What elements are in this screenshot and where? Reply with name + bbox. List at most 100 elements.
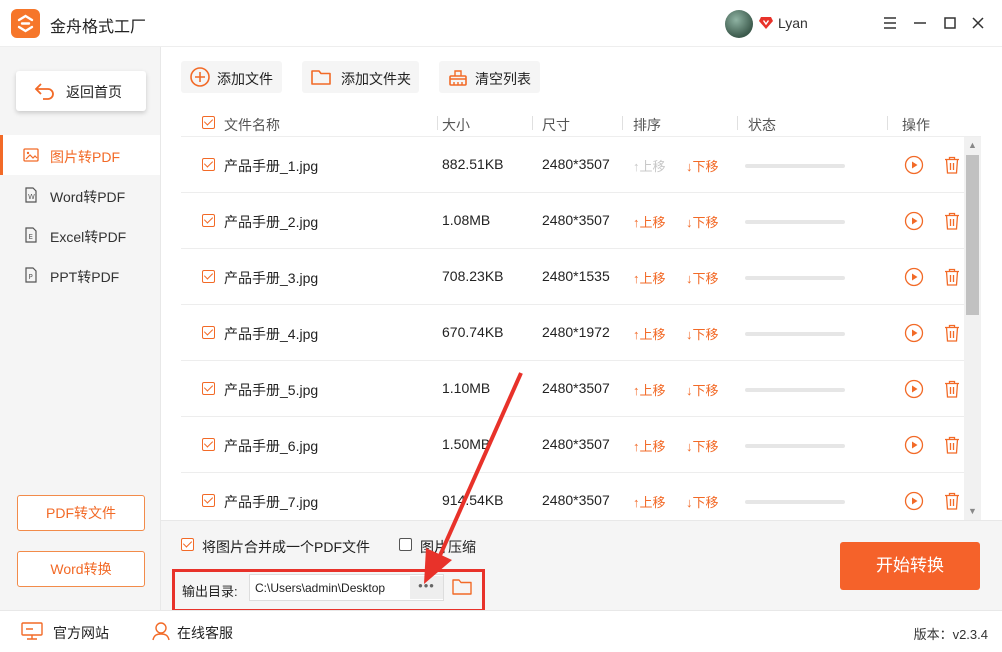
file-size: 1.08MB — [442, 212, 491, 228]
annotation-highlight-box — [172, 569, 485, 612]
move-down-button[interactable]: ↓下移 — [686, 212, 719, 231]
table-row[interactable]: 产品手册_6.jpg 1.50MB 2480*3507 ↑上移 ↓下移 — [181, 417, 964, 473]
clear-list-button[interactable]: 清空列表 — [439, 61, 540, 93]
move-up-button[interactable]: ↑上移 — [633, 492, 666, 511]
move-down-label: 下移 — [692, 383, 719, 398]
move-up-button[interactable]: ↑上移 — [633, 380, 666, 399]
move-up-label: 上移 — [639, 271, 666, 286]
play-icon[interactable] — [904, 211, 924, 231]
file-size: 914.54KB — [442, 492, 504, 508]
play-icon[interactable] — [904, 267, 924, 287]
sidebar-item-word-to-pdf[interactable]: W Word转PDF — [0, 175, 160, 215]
move-down-button[interactable]: ↓下移 — [686, 380, 719, 399]
play-icon[interactable] — [904, 435, 924, 455]
file-dimensions: 2480*3507 — [542, 212, 610, 228]
sidebar-item-image-to-pdf[interactable]: 图片转PDF — [0, 135, 160, 175]
official-website-link[interactable]: 官方网站 — [21, 622, 109, 643]
scroll-up-icon[interactable]: ▲ — [968, 140, 977, 150]
col-size-header: 大小 — [442, 117, 470, 133]
move-up-label: 上移 — [639, 215, 666, 230]
home-button[interactable]: 返回首页 — [16, 71, 146, 111]
row-checkbox[interactable] — [202, 438, 215, 451]
merge-checkbox[interactable] — [181, 538, 194, 551]
ppt-file-icon: P — [25, 267, 37, 283]
avatar[interactable] — [725, 10, 753, 38]
move-down-button[interactable]: ↓下移 — [686, 324, 719, 343]
sidebar-item-label: Excel转PDF — [50, 229, 127, 245]
trash-icon[interactable] — [942, 323, 962, 343]
online-support-link[interactable]: 在线客服 — [152, 622, 233, 643]
play-icon[interactable] — [904, 323, 924, 343]
row-checkbox[interactable] — [202, 326, 215, 339]
file-name: 产品手册_6.jpg — [224, 438, 319, 454]
trash-icon[interactable] — [942, 491, 962, 511]
table-row[interactable]: 产品手册_5.jpg 1.10MB 2480*3507 ↑上移 ↓下移 — [181, 361, 964, 417]
move-up-button[interactable]: ↑上移 — [633, 212, 666, 231]
select-all-checkbox[interactable] — [202, 116, 215, 129]
add-folder-button[interactable]: 添加文件夹 — [302, 61, 419, 93]
image-icon — [23, 148, 39, 162]
status-bar: 官方网站 在线客服 版本：v2.3.4 — [0, 610, 1002, 652]
table-row[interactable]: 产品手册_1.jpg 882.51KB 2480*3507 ↑上移 ↓下移 — [181, 137, 964, 193]
row-checkbox[interactable] — [202, 270, 215, 283]
col-name-header: 文件名称 — [224, 117, 280, 133]
username[interactable]: Lyan — [778, 15, 808, 31]
file-name: 产品手册_2.jpg — [224, 214, 319, 230]
move-up-button[interactable]: ↑上移 — [633, 156, 666, 175]
file-list: 产品手册_1.jpg 882.51KB 2480*3507 ↑上移 ↓下移 产品… — [181, 137, 964, 520]
move-down-button[interactable]: ↓下移 — [686, 492, 719, 511]
progress-bar — [745, 388, 845, 392]
sidebar-item-excel-to-pdf[interactable]: E Excel转PDF — [0, 215, 160, 255]
compress-checkbox[interactable] — [399, 538, 412, 551]
start-convert-button[interactable]: 开始转换 — [840, 542, 980, 590]
file-name: 产品手册_7.jpg — [224, 494, 319, 510]
move-up-label: 上移 — [639, 439, 666, 454]
trash-icon[interactable] — [942, 155, 962, 175]
add-folder-label: 添加文件夹 — [341, 71, 411, 87]
menu-icon[interactable] — [880, 13, 900, 33]
table-row[interactable]: 产品手册_2.jpg 1.08MB 2480*3507 ↑上移 ↓下移 — [181, 193, 964, 249]
move-up-button[interactable]: ↑上移 — [633, 268, 666, 287]
move-up-label: 上移 — [639, 383, 666, 398]
table-row[interactable]: 产品手册_4.jpg 670.74KB 2480*1972 ↑上移 ↓下移 — [181, 305, 964, 361]
sidebar-item-ppt-to-pdf[interactable]: P PPT转PDF — [0, 255, 160, 295]
move-down-label: 下移 — [692, 495, 719, 510]
table-row[interactable]: 产品手册_7.jpg 914.54KB 2480*3507 ↑上移 ↓下移 — [181, 473, 964, 520]
merge-label[interactable]: 将图片合并成一个PDF文件 — [202, 537, 370, 557]
move-up-button[interactable]: ↑上移 — [633, 324, 666, 343]
trash-icon[interactable] — [942, 379, 962, 399]
table-row[interactable]: 产品手册_3.jpg 708.23KB 2480*1535 ↑上移 ↓下移 — [181, 249, 964, 305]
row-checkbox[interactable] — [202, 158, 215, 171]
pdf-to-file-button[interactable]: PDF转文件 — [17, 495, 145, 531]
move-up-button[interactable]: ↑上移 — [633, 436, 666, 455]
close-icon[interactable] — [968, 13, 988, 33]
row-checkbox[interactable] — [202, 214, 215, 227]
compress-label[interactable]: 图片压缩 — [420, 537, 476, 557]
scroll-down-icon[interactable]: ▼ — [968, 506, 977, 516]
move-down-button[interactable]: ↓下移 — [686, 268, 719, 287]
svg-text:W: W — [28, 193, 35, 201]
progress-bar — [745, 164, 845, 168]
trash-icon[interactable] — [942, 211, 962, 231]
row-checkbox[interactable] — [202, 382, 215, 395]
play-icon[interactable] — [904, 379, 924, 399]
minimize-icon[interactable] — [910, 13, 930, 33]
scroll-thumb[interactable] — [966, 155, 979, 315]
play-icon[interactable] — [904, 491, 924, 511]
word-convert-button[interactable]: Word转换 — [17, 551, 145, 587]
vertical-scrollbar[interactable]: ▲ ▼ — [964, 137, 981, 520]
col-actions-header: 操作 — [902, 117, 930, 133]
move-down-button[interactable]: ↓下移 — [686, 156, 719, 175]
app-title: 金舟格式工厂 — [50, 19, 147, 36]
maximize-icon[interactable] — [940, 13, 960, 33]
progress-bar — [745, 220, 845, 224]
row-checkbox[interactable] — [202, 494, 215, 507]
move-down-button[interactable]: ↓下移 — [686, 436, 719, 455]
play-icon[interactable] — [904, 155, 924, 175]
trash-icon[interactable] — [942, 267, 962, 287]
column-divider — [532, 116, 533, 130]
vip-badge-icon — [759, 17, 773, 29]
home-button-label: 返回首页 — [66, 84, 122, 100]
add-file-button[interactable]: 添加文件 — [181, 61, 282, 93]
trash-icon[interactable] — [942, 435, 962, 455]
